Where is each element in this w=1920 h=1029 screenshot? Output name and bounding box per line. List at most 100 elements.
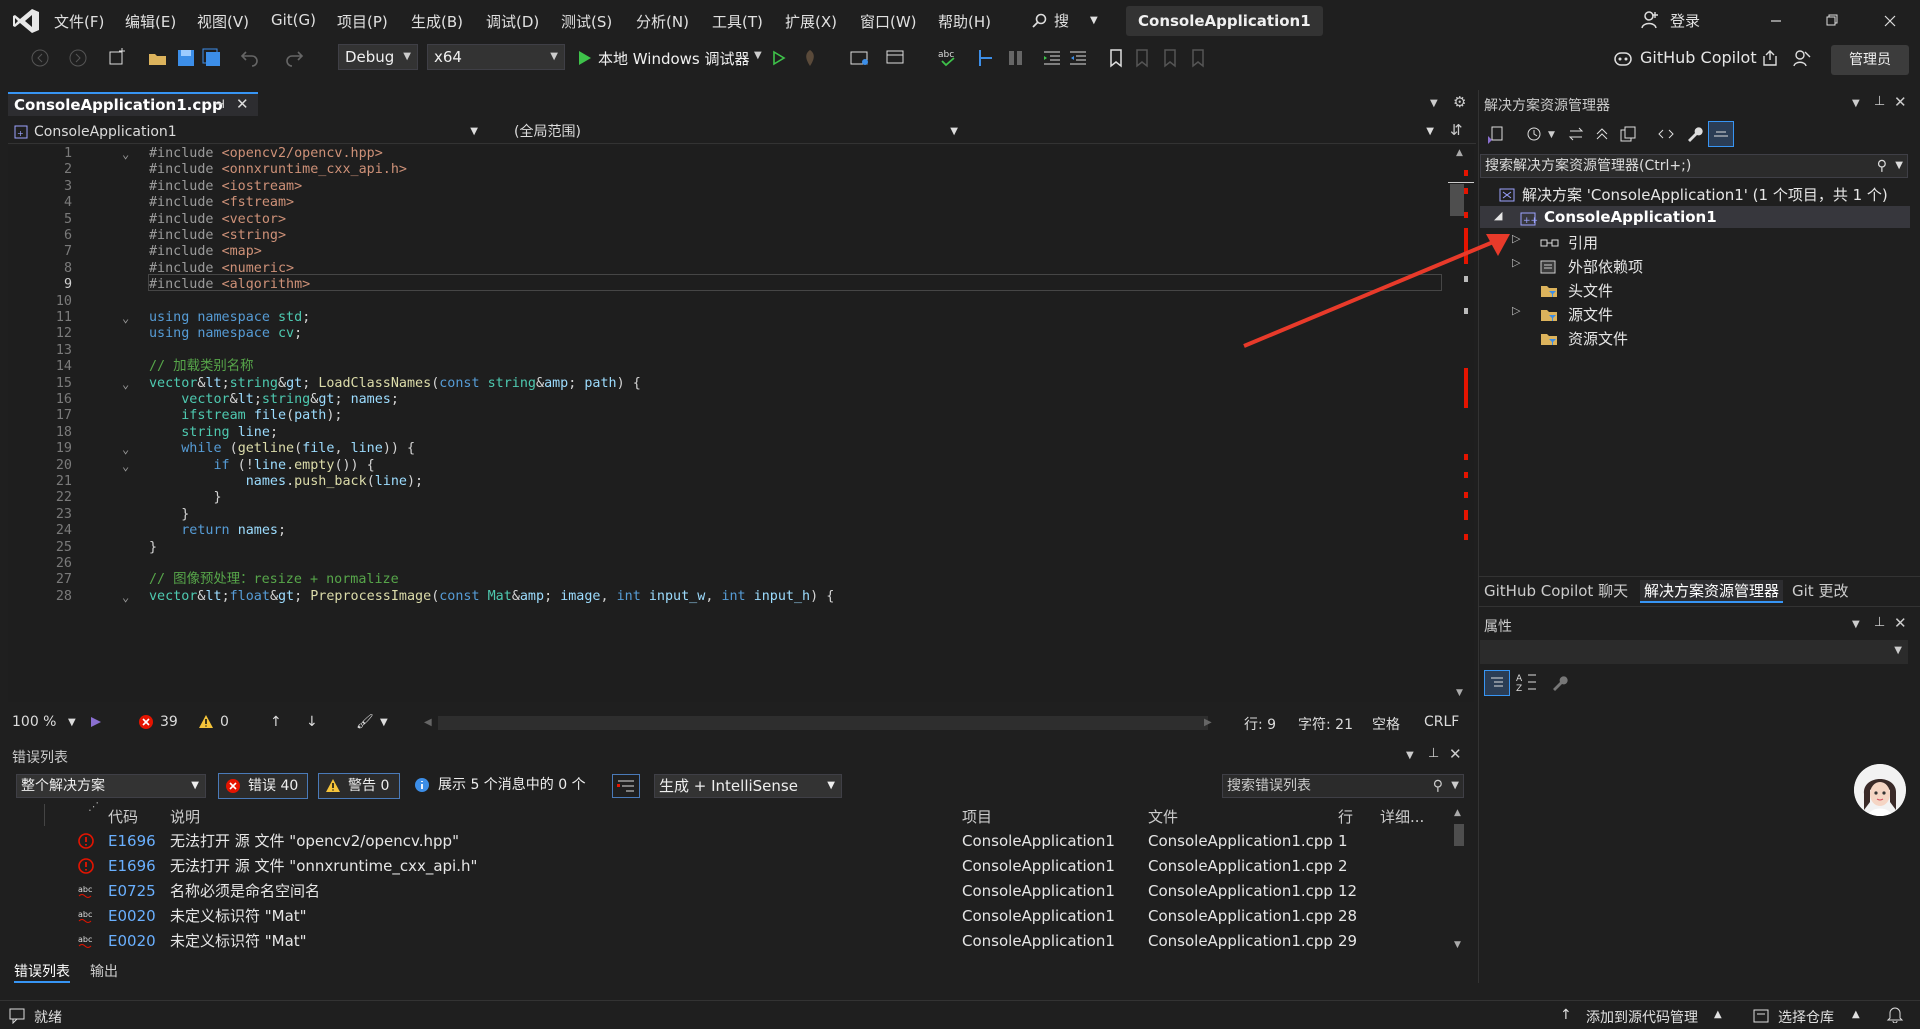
properties-object-select[interactable]: ▼	[1480, 640, 1908, 664]
member-nav-select[interactable]: ▼	[972, 121, 1440, 143]
next-issue-icon[interactable]: ↓	[306, 714, 318, 730]
collapse-all-icon[interactable]	[1592, 124, 1612, 144]
minimize-button[interactable]	[1756, 8, 1796, 34]
scroll-up-icon[interactable]: ▲	[1454, 808, 1461, 818]
messages-filter-button[interactable]: 展示 5 个消息中的 0 个	[410, 773, 600, 799]
menu-git[interactable]: Git(G)	[271, 11, 316, 29]
menu-tools[interactable]: 工具(T)	[712, 11, 763, 32]
whitespace-mode[interactable]: 空格	[1372, 714, 1400, 734]
column-header-description[interactable]: 说明	[170, 806, 200, 827]
expanded-arrow-icon[interactable]: ◢	[1494, 209, 1502, 222]
categorized-view-icon[interactable]	[1484, 670, 1510, 696]
split-editor-icon[interactable]: ⇵	[1450, 121, 1463, 139]
error-count[interactable]: 39	[160, 714, 178, 730]
warnings-filter-button[interactable]: 警告 0	[318, 773, 400, 799]
line-ending[interactable]: CRLF	[1424, 714, 1459, 730]
undo-icon[interactable]	[238, 46, 262, 70]
filter-column-icon[interactable]: ⋰	[88, 800, 99, 813]
pending-changes-icon[interactable]	[1524, 124, 1544, 144]
menu-test[interactable]: 测试(S)	[561, 11, 612, 32]
scroll-right-icon[interactable]: ▶	[1204, 717, 1212, 728]
save-all-icon[interactable]	[200, 46, 224, 70]
next-bookmark-icon[interactable]	[1158, 46, 1182, 70]
menu-analyze[interactable]: 分析(N)	[636, 11, 689, 32]
scroll-thumb[interactable]	[1450, 184, 1464, 216]
menu-debug[interactable]: 调试(D)	[486, 11, 539, 32]
error-row[interactable]: abc E0725 名称必须是命名空间名 ConsoleApplication1 Con…	[8, 879, 1448, 904]
error-scope-select[interactable]: 整个解决方案 ▼	[16, 774, 206, 798]
zoom-level[interactable]: 100 %	[12, 714, 56, 730]
panel-menu-icon[interactable]: ▼	[1406, 750, 1414, 761]
admin-badge[interactable]: 管理员	[1831, 45, 1909, 75]
navigate-back-icon[interactable]	[28, 46, 52, 70]
menu-file[interactable]: 文件(F)	[54, 11, 104, 32]
property-pages-icon[interactable]	[1548, 670, 1572, 694]
code-line[interactable]: 28 ⌄ vector&lt;float&gt; PreprocessImage(c…	[8, 587, 1448, 607]
feedback-icon[interactable]	[1792, 48, 1812, 68]
sync-with-document-icon[interactable]	[1486, 124, 1506, 144]
sync-icon[interactable]	[1566, 124, 1586, 144]
navigate-forward-icon[interactable]	[66, 46, 90, 70]
menu-help[interactable]: 帮助(H)	[938, 11, 991, 32]
show-all-files-icon[interactable]	[1618, 124, 1638, 144]
add-to-source-control-button[interactable]: 添加到源代码管理	[1586, 1007, 1698, 1027]
tab-copilot-chat[interactable]: GitHub Copilot 聊天	[1484, 580, 1628, 601]
run-debugger-button[interactable]: 本地 Windows 调试器	[598, 48, 750, 69]
pin-icon[interactable]: ⊥	[1874, 94, 1885, 109]
settings-gear-icon[interactable]: ⚙	[1453, 93, 1466, 111]
close-panel-icon[interactable]: ✕	[1894, 93, 1907, 111]
error-row[interactable]: abc E0020 未定义标识符 "Mat" ConsoleApplication1 C…	[8, 904, 1448, 929]
pin-icon[interactable]: ⊥	[1428, 746, 1439, 761]
start-debugging-icon[interactable]	[572, 46, 596, 70]
column-header-code[interactable]: 代码	[108, 806, 138, 827]
browse-folder-icon[interactable]	[848, 46, 872, 70]
tab-solution-explorer[interactable]: 解决方案资源管理器	[1640, 580, 1784, 603]
notifications-bell-icon[interactable]	[1886, 1005, 1904, 1023]
chevron-up-icon[interactable]: ▲	[1714, 1009, 1722, 1020]
horizontal-scrollbar[interactable]	[438, 716, 1208, 730]
outdent-icon[interactable]	[1066, 46, 1090, 70]
account-icon[interactable]	[1640, 10, 1660, 30]
new-project-icon[interactable]	[106, 46, 130, 70]
preview-selected-items-icon[interactable]	[1708, 121, 1734, 147]
menu-extensions[interactable]: 扩展(X)	[785, 11, 837, 32]
alphabetical-view-icon[interactable]: AZ	[1514, 670, 1538, 694]
error-search-input[interactable]: 搜索错误列表 ⚲ ▼	[1222, 774, 1464, 798]
indent-icon[interactable]	[1040, 46, 1064, 70]
close-panel-icon[interactable]: ✕	[1894, 614, 1907, 632]
visual-studio-logo-icon[interactable]	[12, 8, 40, 34]
error-code[interactable]: E0020	[108, 929, 156, 954]
chevron-down-icon[interactable]: ▼	[380, 717, 388, 728]
select-repository-button[interactable]: 选择仓库	[1778, 1007, 1834, 1027]
column-header-project[interactable]: 项目	[962, 806, 992, 827]
configuration-select[interactable]: Debug ▼	[338, 44, 418, 70]
panel-menu-icon[interactable]: ▼	[1852, 98, 1860, 109]
assistant-avatar[interactable]	[1854, 764, 1906, 816]
properties-wrench-icon[interactable]	[1684, 124, 1704, 144]
redo-icon[interactable]	[282, 46, 306, 70]
tab-output[interactable]: 输出	[90, 961, 118, 981]
fold-toggle-icon[interactable]: ⌄	[122, 587, 129, 607]
code-cleanup-icon[interactable]: 🖌	[356, 714, 374, 730]
scroll-left-icon[interactable]: ◀	[424, 717, 432, 728]
cursor-column[interactable]: 字符: 21	[1298, 714, 1353, 734]
restore-button[interactable]	[1812, 8, 1852, 34]
menu-edit[interactable]: 编辑(E)	[125, 11, 176, 32]
error-code[interactable]: E0725	[108, 879, 156, 904]
notification-icon[interactable]	[8, 1006, 26, 1024]
save-icon[interactable]	[174, 46, 198, 70]
column-header-file[interactable]: 文件	[1148, 806, 1178, 827]
menu-window[interactable]: 窗口(W)	[860, 11, 917, 32]
previous-issue-icon[interactable]: ↑	[270, 714, 282, 730]
error-row[interactable]: E1696 无法打开 源 文件 "opencv2/opencv.hpp" Conso…	[8, 829, 1448, 854]
spell-check-icon[interactable]: abc	[936, 46, 960, 70]
scroll-down-icon[interactable]: ▼	[1456, 688, 1463, 698]
share-icon[interactable]	[1760, 48, 1780, 68]
panel-menu-icon[interactable]: ▼	[1852, 619, 1860, 630]
clear-bookmarks-icon[interactable]	[1186, 46, 1210, 70]
error-code[interactable]: E1696	[108, 854, 156, 879]
cursor-row[interactable]: 行: 9	[1244, 714, 1276, 734]
close-tab-icon[interactable]: ✕	[236, 95, 249, 113]
copilot-button[interactable]: GitHub Copilot	[1640, 48, 1757, 67]
error-code[interactable]: E0020	[108, 904, 156, 929]
